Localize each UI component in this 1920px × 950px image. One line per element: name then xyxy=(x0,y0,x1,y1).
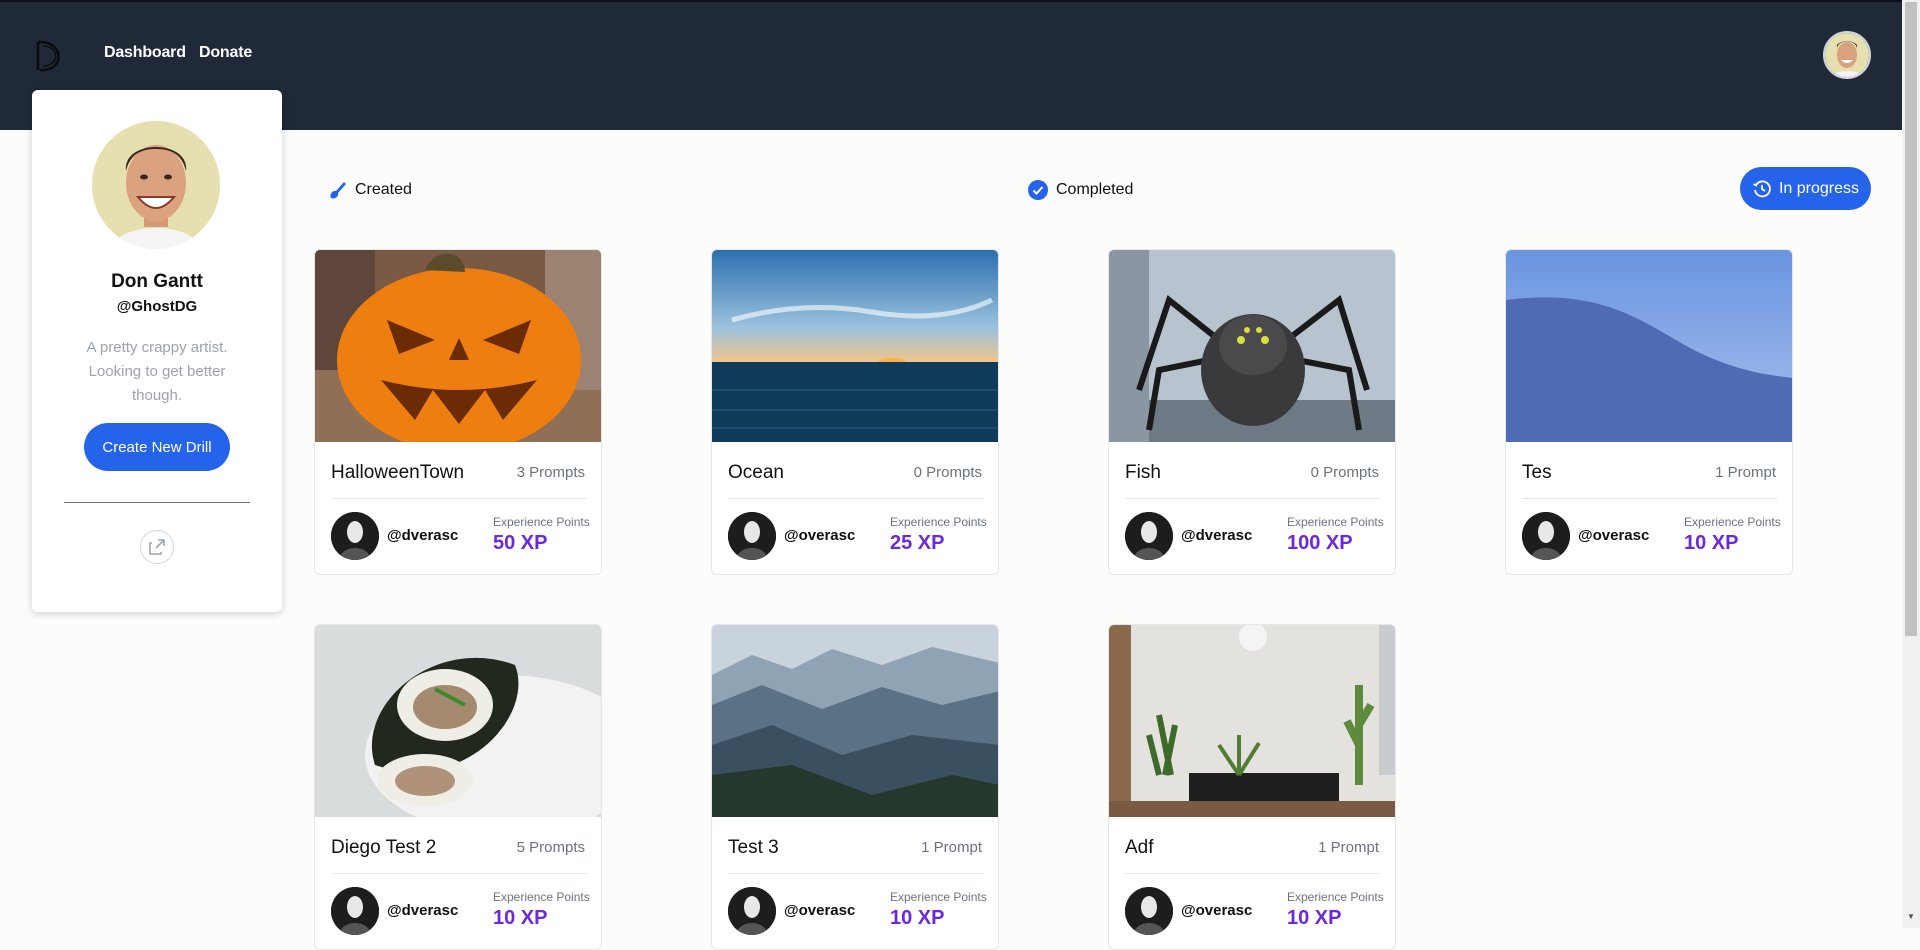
drill-card-prompts: 3 Prompts xyxy=(516,464,585,481)
profile-divider xyxy=(64,502,250,503)
drill-card-user-avatar xyxy=(1125,512,1173,560)
drill-card-prompts: 1 Prompt xyxy=(1715,464,1776,481)
drill-card-xp-label: Experience Points xyxy=(493,890,590,904)
drill-card-prompts: 0 Prompts xyxy=(913,464,982,481)
drill-card-username: @dverasc xyxy=(387,527,459,544)
drill-card-divider xyxy=(331,873,587,874)
drill-card-title: Adf xyxy=(1125,837,1154,858)
drill-card-username: @dverasc xyxy=(1181,527,1253,544)
create-new-drill-button[interactable]: Create New Drill xyxy=(84,423,230,471)
drill-card-username: @overasc xyxy=(784,902,856,919)
drill-card-image xyxy=(315,250,601,442)
tab-completed[interactable]: Completed xyxy=(1028,180,1133,200)
external-link-button[interactable] xyxy=(140,530,174,564)
profile-photo xyxy=(92,121,220,249)
drill-card-xp-label: Experience Points xyxy=(493,515,590,529)
drill-card-image xyxy=(1109,625,1395,817)
drill-card-xp-value: 10 XP xyxy=(890,907,945,929)
drill-card-username: @dverasc xyxy=(387,902,459,919)
drill-card-xp-label: Experience Points xyxy=(1287,515,1384,529)
drill-card-title: Test 3 xyxy=(728,837,779,858)
drill-card[interactable]: Test 3 1 Prompt @overasc Experience Poin… xyxy=(711,624,999,950)
drill-card-title: Ocean xyxy=(728,462,784,483)
drill-card-xp-value: 50 XP xyxy=(493,532,548,554)
drill-card-xp-value: 10 XP xyxy=(1684,532,1739,554)
drill-card-divider xyxy=(728,873,984,874)
top-navbar: Dashboard Donate xyxy=(0,0,1902,130)
drill-card[interactable]: Fish 0 Prompts @dverasc Experience Point… xyxy=(1108,249,1396,575)
drill-card-xp-value: 25 XP xyxy=(890,532,945,554)
tab-in-progress[interactable]: In progress xyxy=(1740,167,1871,210)
drill-card[interactable]: Ocean 0 Prompts @overasc Experience Poin… xyxy=(711,249,999,575)
drill-card-xp-label: Experience Points xyxy=(1684,515,1781,529)
drill-card-prompts: 1 Prompt xyxy=(921,839,982,856)
drill-card-divider xyxy=(1522,498,1778,499)
check-circle-icon xyxy=(1028,180,1048,200)
profile-handle: @GhostDG xyxy=(116,298,198,315)
drill-card-title: Diego Test 2 xyxy=(331,837,437,858)
drill-card-user-avatar xyxy=(728,512,776,560)
profile-name: Don Gantt xyxy=(111,271,203,292)
drill-card-image xyxy=(1506,250,1792,442)
drill-card-title: Tes xyxy=(1522,462,1552,483)
drill-card-image xyxy=(712,625,998,817)
drill-card-xp-value: 10 XP xyxy=(493,907,548,929)
drill-card-user-avatar xyxy=(331,512,379,560)
drill-card-user-avatar xyxy=(1522,512,1570,560)
tab-created-label: Created xyxy=(355,181,412,198)
drill-card-image xyxy=(1109,250,1395,442)
drill-card-divider xyxy=(728,498,984,499)
drill-card-username: @overasc xyxy=(1578,527,1650,544)
drill-card-title: HalloweenTown xyxy=(331,462,465,483)
scrollbar-thumb[interactable] xyxy=(1905,2,1917,636)
drill-card-divider xyxy=(331,498,587,499)
drill-card-username: @overasc xyxy=(1181,902,1253,919)
drill-card[interactable]: Tes 1 Prompt @overasc Experience Points … xyxy=(1505,249,1793,575)
drill-card[interactable]: Adf 1 Prompt @overasc Experience Points … xyxy=(1108,624,1396,950)
drill-card-title: Fish xyxy=(1125,462,1161,483)
tab-created[interactable]: Created xyxy=(327,180,412,200)
drill-card[interactable]: HalloweenTown 3 Prompts @dverasc Experie… xyxy=(314,249,602,575)
drill-card-image xyxy=(315,625,601,817)
drill-card-username: @overasc xyxy=(784,527,856,544)
nav-donate-link[interactable]: Donate xyxy=(199,44,252,62)
drill-card-divider xyxy=(1125,873,1381,874)
drill-card-xp-label: Experience Points xyxy=(890,515,987,529)
tab-completed-label: Completed xyxy=(1056,181,1134,198)
drill-card-image xyxy=(712,250,998,442)
drill-card[interactable]: Diego Test 2 5 Prompts @dverasc Experien… xyxy=(314,624,602,950)
drill-card-prompts: 1 Prompt xyxy=(1318,839,1379,856)
drill-card-divider xyxy=(1125,498,1381,499)
nav-dashboard-link[interactable]: Dashboard xyxy=(104,44,186,62)
drill-card-prompts: 0 Prompts xyxy=(1310,464,1379,481)
history-icon xyxy=(1753,180,1771,197)
drill-card-xp-label: Experience Points xyxy=(890,890,987,904)
tab-in-progress-label: In progress xyxy=(1778,179,1860,197)
drill-card-xp-label: Experience Points xyxy=(1287,890,1384,904)
brush-icon xyxy=(330,182,346,199)
user-avatar[interactable] xyxy=(1823,31,1871,79)
drill-card-prompts: 5 Prompts xyxy=(516,839,585,856)
profile-card: Don Gantt @GhostDG A pretty crappy artis… xyxy=(32,90,282,612)
drill-card-xp-value: 100 XP xyxy=(1287,532,1353,554)
profile-bio: A pretty crappy artist. Looking to get b… xyxy=(86,339,228,404)
logo-icon[interactable] xyxy=(34,38,66,74)
drill-card-xp-value: 10 XP xyxy=(1287,907,1342,929)
external-link-icon xyxy=(149,539,165,555)
scroll-down-arrow-icon[interactable]: ▼ xyxy=(1906,912,1916,922)
